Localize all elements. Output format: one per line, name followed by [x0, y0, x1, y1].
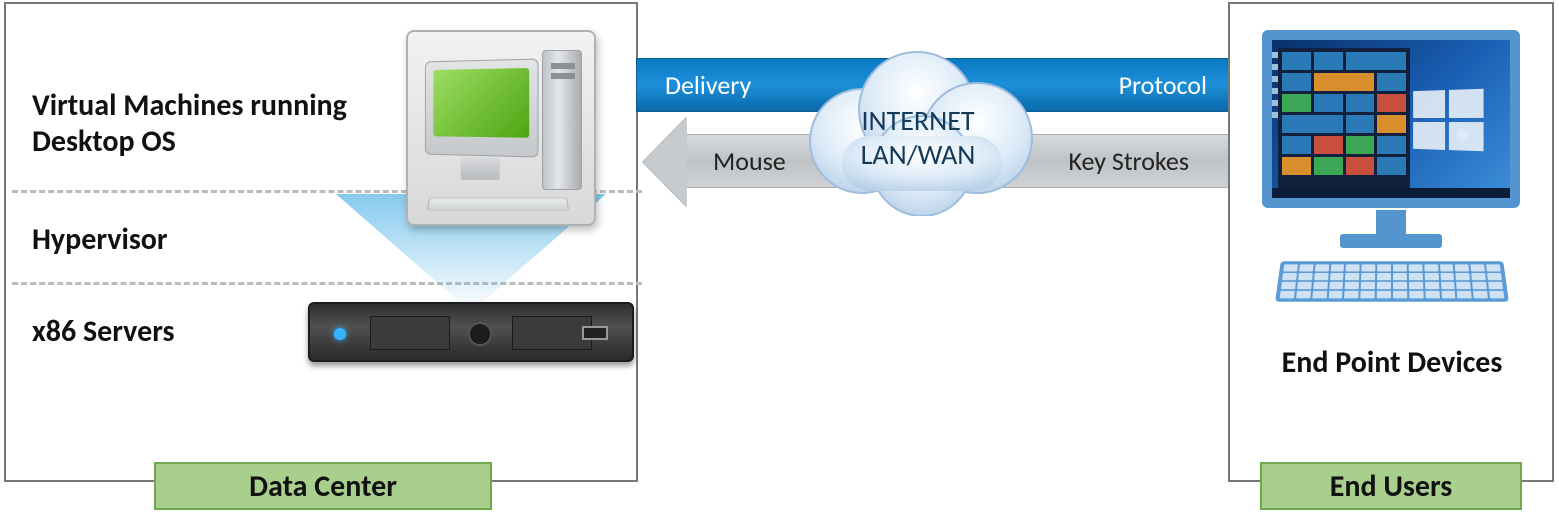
windows-logo-icon — [1413, 89, 1483, 151]
layer-label-hypervisor: Hypervisor — [32, 222, 168, 258]
start-menu-icon — [1278, 48, 1410, 188]
arrow-forward-left-label: Delivery — [665, 69, 751, 101]
endusers-caption: End Users — [1260, 462, 1522, 510]
arrow-back-right-label: Key Strokes — [1068, 145, 1189, 177]
cloud-label: INTERNET LAN/WAN — [800, 104, 1036, 172]
vm-desktop-icon — [406, 30, 596, 226]
cloud-label-line1: INTERNET — [861, 103, 974, 138]
layer-label-x86: x86 Servers — [32, 314, 174, 350]
keyboard-icon — [1275, 261, 1509, 301]
datacenter-container: Virtual Machines running Desktop OS Hype… — [4, 2, 638, 482]
layer-label-vm: Virtual Machines running Desktop OS — [32, 88, 382, 160]
datacenter-caption: Data Center — [154, 462, 492, 510]
arrow-forward-right-label: Protocol — [1119, 69, 1207, 101]
endpoint-device-icon — [1252, 30, 1532, 312]
cloud-label-line2: LAN/WAN — [861, 137, 976, 172]
arrow-back-left-label: Mouse — [713, 145, 786, 177]
rack-server-icon — [308, 302, 634, 362]
layer-divider — [12, 282, 642, 285]
endpoint-devices-label: End Point Devices — [1252, 344, 1532, 381]
